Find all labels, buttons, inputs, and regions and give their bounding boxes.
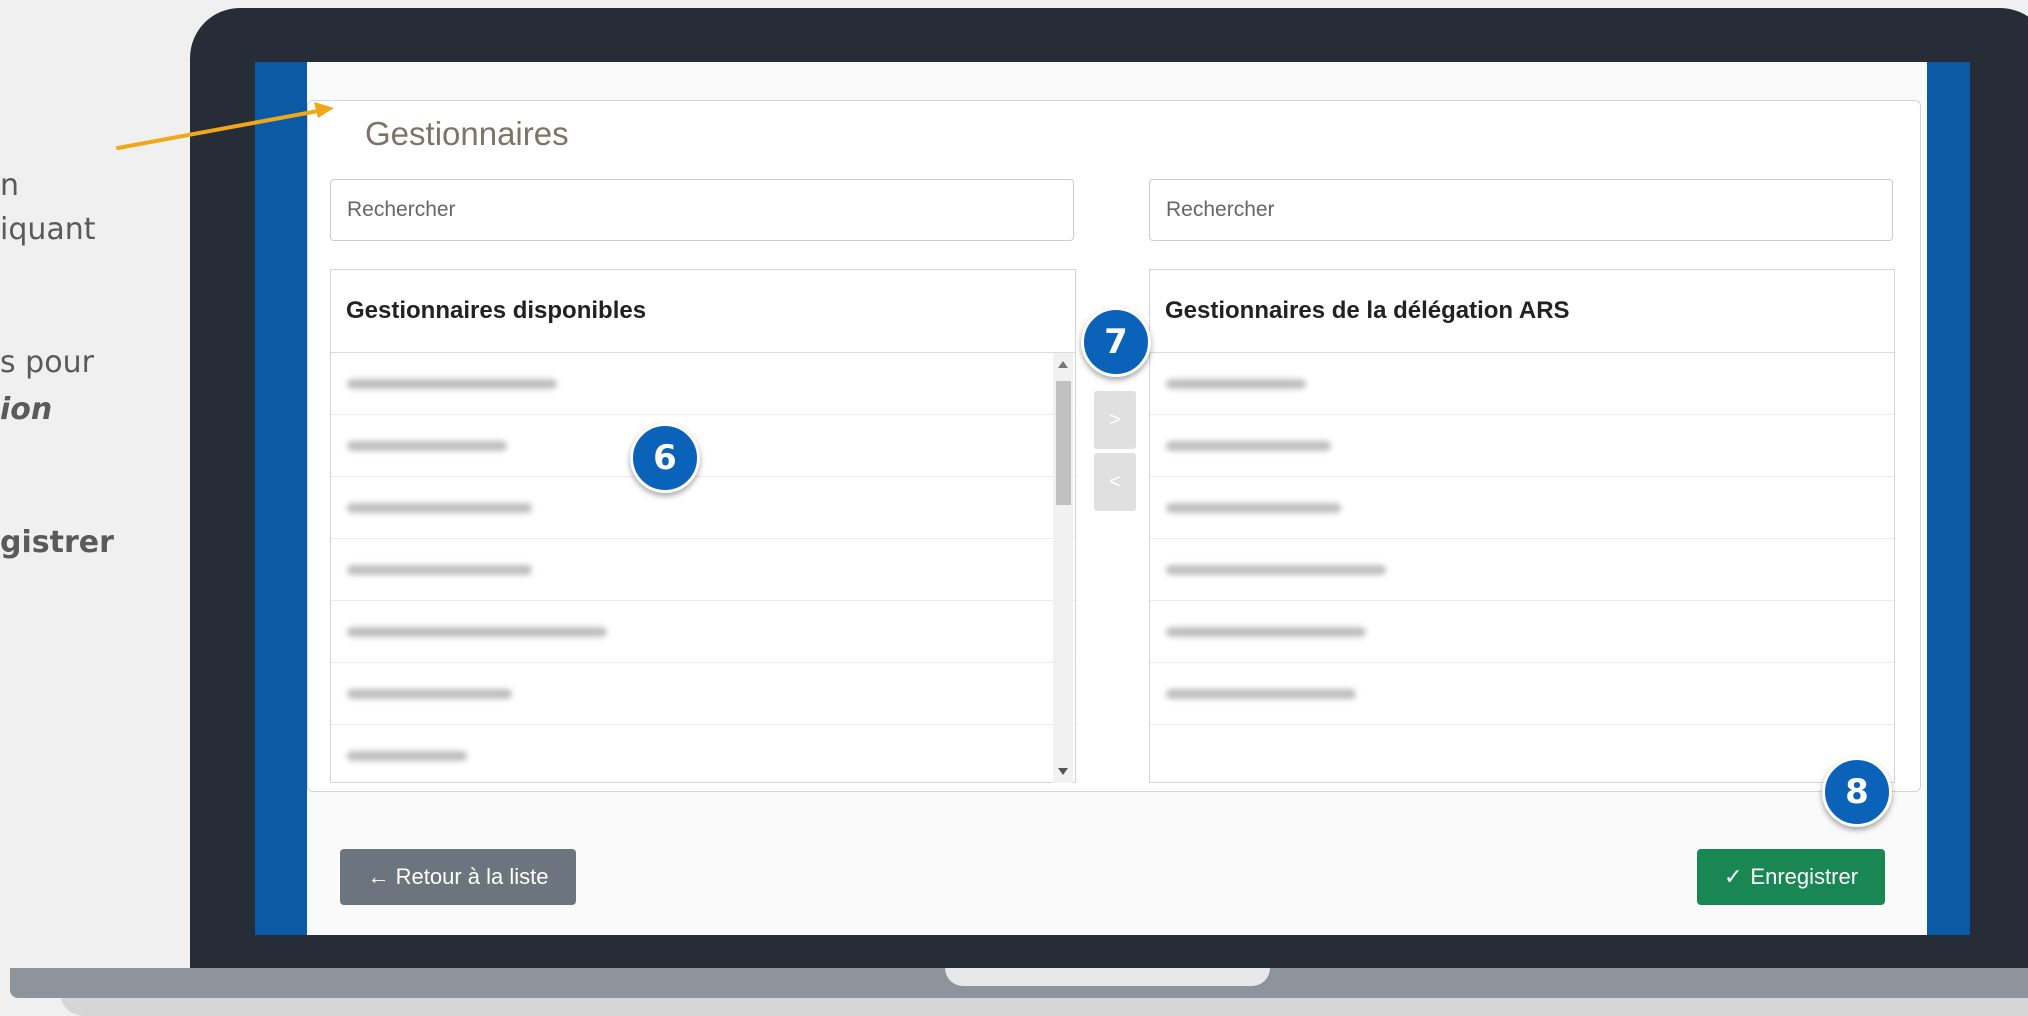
back-to-list-button[interactable]: ← Retour à la liste (340, 849, 576, 905)
redacted-name (347, 565, 532, 575)
list-item[interactable] (1150, 601, 1894, 663)
instruction-text-line-5: gistrer (0, 525, 114, 560)
scroll-thumb[interactable] (1056, 381, 1071, 505)
list-item[interactable] (331, 477, 1075, 539)
redacted-name (1166, 689, 1356, 699)
redacted-name (347, 627, 607, 637)
list-item[interactable] (331, 725, 1075, 783)
remove-manager-button[interactable]: < (1094, 453, 1136, 511)
delegation-managers-title: Gestionnaires de la délégation ARS (1150, 270, 1894, 353)
list-item[interactable] (331, 539, 1075, 601)
fieldset-legend: Gestionnaires (353, 115, 581, 153)
redacted-name (347, 503, 532, 513)
laptop-notch (945, 968, 1270, 986)
search-delegation-input[interactable] (1149, 179, 1893, 241)
step-6-badge: 6 (630, 423, 700, 493)
search-available-input[interactable] (330, 179, 1074, 241)
list-item[interactable] (1150, 663, 1894, 725)
list-item[interactable] (1150, 353, 1894, 415)
gestionnaires-fieldset: Gestionnaires Gestionnaires disponibles (307, 100, 1921, 792)
redacted-name (347, 379, 557, 389)
delegation-managers-list[interactable] (1150, 353, 1894, 783)
redacted-name (1166, 503, 1341, 513)
redacted-name (347, 751, 467, 761)
list-item[interactable] (1150, 477, 1894, 539)
step-8-badge: 8 (1822, 757, 1892, 827)
redacted-name (1166, 379, 1306, 389)
instruction-text-line-4: ion (0, 392, 53, 427)
list-item[interactable] (331, 353, 1075, 415)
save-button[interactable]: ✓ Enregistrer (1697, 849, 1885, 905)
redacted-name (347, 441, 507, 451)
app-page: Gestionnaires Gestionnaires disponibles (307, 62, 1927, 935)
redacted-name (347, 689, 512, 699)
delegation-managers-panel: Gestionnaires de la délégation ARS (1149, 269, 1895, 783)
list-item[interactable] (1150, 539, 1894, 601)
available-managers-title: Gestionnaires disponibles (331, 270, 1075, 353)
instruction-text-line-3: s pour (0, 345, 94, 380)
scroll-up-arrow-icon[interactable] (1058, 361, 1068, 368)
redacted-name (1166, 565, 1386, 575)
available-managers-panel: Gestionnaires disponibles (330, 269, 1076, 783)
instruction-text-line-2: iquant (0, 212, 96, 247)
available-managers-list[interactable] (331, 353, 1075, 783)
list-item[interactable] (1150, 415, 1894, 477)
instruction-text-line-1: n (0, 168, 20, 203)
laptop-screen: Gestionnaires Gestionnaires disponibles (255, 62, 1970, 935)
scroll-down-arrow-icon[interactable] (1058, 768, 1068, 775)
redacted-name (1166, 441, 1331, 451)
list-item[interactable] (331, 601, 1075, 663)
checkmark-icon: ✓ (1723, 864, 1743, 889)
redacted-name (1166, 627, 1366, 637)
save-button-label: Enregistrer (1750, 864, 1859, 889)
add-manager-button[interactable]: > (1094, 391, 1136, 449)
list-item[interactable] (331, 415, 1075, 477)
list-scrollbar[interactable] (1053, 353, 1073, 783)
list-item[interactable] (331, 663, 1075, 725)
step-7-badge: 7 (1081, 307, 1151, 377)
